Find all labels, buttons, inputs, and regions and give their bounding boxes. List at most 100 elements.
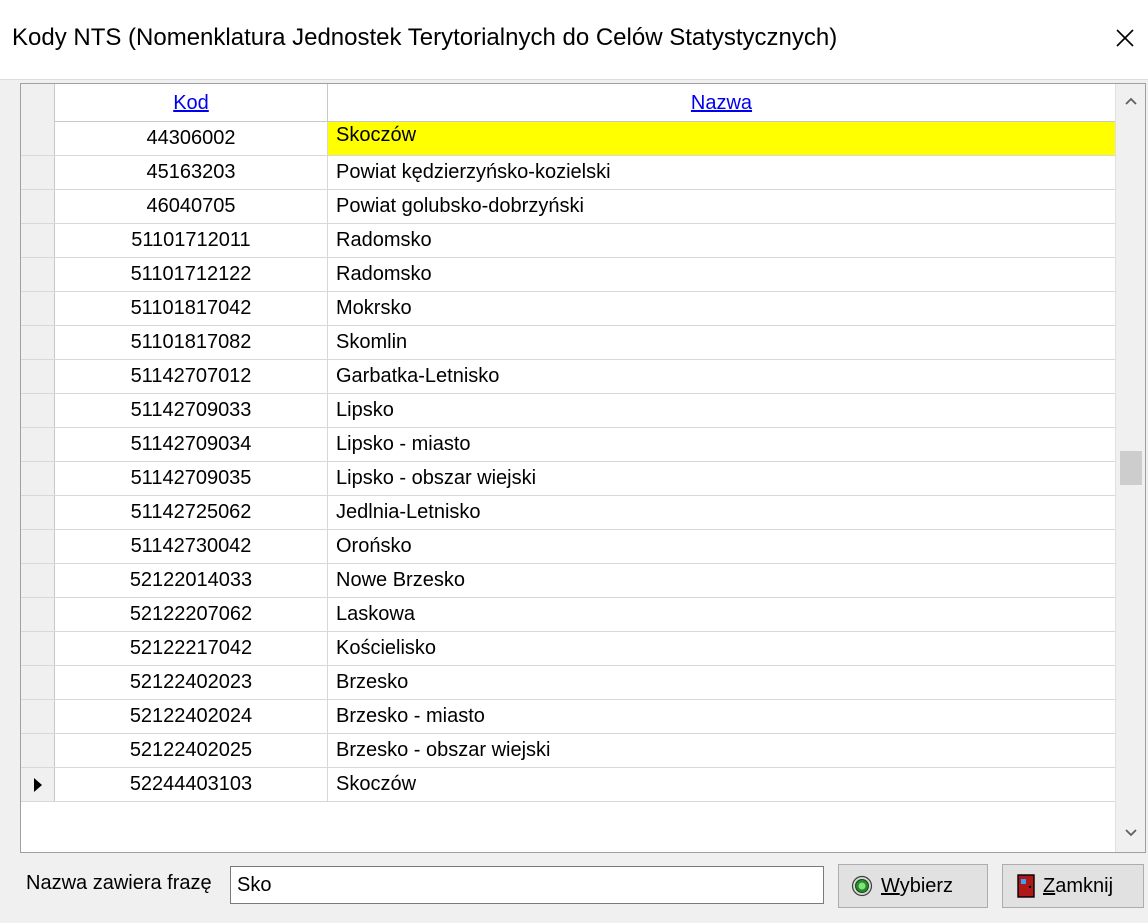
select-button[interactable]: Wybierz — [838, 864, 988, 908]
row-indicator[interactable] — [21, 496, 55, 529]
table-row[interactable]: 52244403103 Skoczów — [21, 768, 1115, 802]
table-row[interactable]: 52122217042 Kościelisko — [21, 632, 1115, 666]
current-row-arrow-icon — [33, 777, 42, 792]
cell-nazwa[interactable]: Nowe Brzesko — [328, 564, 1115, 597]
cell-kod[interactable]: 51142709033 — [55, 394, 328, 427]
table-row[interactable]: 51142709035 Lipsko - obszar wiejski — [21, 462, 1115, 496]
cell-nazwa[interactable]: Jedlnia-Letnisko — [328, 496, 1115, 529]
door-exit-icon — [1017, 874, 1035, 898]
cell-kod[interactable]: 51101712122 — [55, 258, 328, 291]
cell-nazwa[interactable]: Skoczów — [328, 768, 1115, 801]
column-header-kod[interactable]: Kod — [55, 84, 328, 122]
cell-kod[interactable]: 45163203 — [55, 156, 328, 189]
table-row[interactable]: 44306002 Skoczów — [21, 122, 1115, 156]
grid-rows: 44306002 Skoczów 45163203 Powiat kędzierzyń… — [21, 122, 1115, 802]
cell-kod[interactable]: 52244403103 — [55, 768, 328, 801]
table-row[interactable]: 51142730042 Orońsko — [21, 530, 1115, 564]
cell-nazwa[interactable]: Radomsko — [328, 258, 1115, 291]
cell-kod[interactable]: 51101817082 — [55, 326, 328, 359]
scrollbar-thumb[interactable] — [1120, 451, 1142, 485]
cell-nazwa[interactable]: Powiat golubsko-dobrzyński — [328, 190, 1115, 223]
cell-nazwa[interactable]: Lipsko — [328, 394, 1115, 427]
row-indicator[interactable] — [21, 700, 55, 733]
table-row[interactable]: 52122402024 Brzesko - miasto — [21, 700, 1115, 734]
vertical-scrollbar[interactable] — [1115, 84, 1145, 852]
cell-nazwa[interactable]: Orońsko — [328, 530, 1115, 563]
cell-nazwa[interactable]: Lipsko - miasto — [328, 428, 1115, 461]
cell-nazwa[interactable]: Powiat kędzierzyńsko-kozielski — [328, 156, 1115, 189]
cell-kod[interactable]: 52122402023 — [55, 666, 328, 699]
cell-kod[interactable]: 51142707012 — [55, 360, 328, 393]
window-title: Kody NTS (Nomenklatura Jednostek Terytor… — [12, 24, 838, 51]
table-row[interactable]: 52122014033 Nowe Brzesko — [21, 564, 1115, 598]
row-indicator[interactable] — [21, 530, 55, 563]
row-indicator[interactable] — [21, 394, 55, 427]
row-indicator[interactable] — [21, 564, 55, 597]
search-input[interactable] — [230, 866, 824, 904]
table-row[interactable]: 52122402023 Brzesko — [21, 666, 1115, 700]
column-header-nazwa[interactable]: Nazwa — [328, 84, 1115, 122]
row-indicator[interactable] — [21, 768, 55, 801]
chevron-down-icon — [1125, 829, 1137, 837]
cell-kod[interactable]: 51142725062 — [55, 496, 328, 529]
cell-kod[interactable]: 52122217042 — [55, 632, 328, 665]
cell-nazwa[interactable]: Brzesko — [328, 666, 1115, 699]
table-row[interactable]: 51142725062 Jedlnia-Letnisko — [21, 496, 1115, 530]
cell-nazwa[interactable]: Skoczów — [328, 122, 1115, 155]
table-row[interactable]: 51101817082 Skomlin — [21, 326, 1115, 360]
cell-nazwa[interactable]: Brzesko - miasto — [328, 700, 1115, 733]
close-window-button[interactable] — [1108, 20, 1142, 56]
cell-kod[interactable]: 52122207062 — [55, 598, 328, 631]
row-indicator[interactable] — [21, 224, 55, 257]
cell-nazwa[interactable]: Kościelisko — [328, 632, 1115, 665]
row-indicator[interactable] — [21, 734, 55, 767]
row-indicator[interactable] — [21, 326, 55, 359]
cell-nazwa[interactable]: Radomsko — [328, 224, 1115, 257]
cell-kod[interactable]: 44306002 — [55, 122, 328, 155]
nts-codes-grid[interactable]: Kod Nazwa 44306002 Skoczów 45163203 Powiat … — [20, 83, 1146, 853]
cell-nazwa[interactable]: Garbatka-Letnisko — [328, 360, 1115, 393]
row-indicator[interactable] — [21, 122, 55, 155]
row-indicator[interactable] — [21, 632, 55, 665]
close-button[interactable]: Zamknij — [1002, 864, 1144, 908]
row-indicator[interactable] — [21, 292, 55, 325]
table-row[interactable]: 51142709034 Lipsko - miasto — [21, 428, 1115, 462]
cell-kod[interactable]: 51101712011 — [55, 224, 328, 257]
row-indicator[interactable] — [21, 360, 55, 393]
table-row[interactable]: 45163203 Powiat kędzierzyńsko-kozielski — [21, 156, 1115, 190]
table-row[interactable]: 51142709033 Lipsko — [21, 394, 1115, 428]
cell-kod[interactable]: 52122402025 — [55, 734, 328, 767]
nts-dialog-window: Kody NTS (Nomenklatura Jednostek Terytor… — [0, 0, 1148, 923]
row-indicator[interactable] — [21, 462, 55, 495]
cell-nazwa[interactable]: Skomlin — [328, 326, 1115, 359]
cell-nazwa[interactable]: Mokrsko — [328, 292, 1115, 325]
row-indicator[interactable] — [21, 190, 55, 223]
select-button-label: Wybierz — [881, 874, 954, 897]
scroll-down-button[interactable] — [1116, 816, 1145, 850]
cell-kod[interactable]: 51142730042 — [55, 530, 328, 563]
row-indicator[interactable] — [21, 598, 55, 631]
close-button-label: Zamknij — [1043, 874, 1114, 897]
cell-nazwa[interactable]: Laskowa — [328, 598, 1115, 631]
row-indicator[interactable] — [21, 258, 55, 291]
cell-kod[interactable]: 46040705 — [55, 190, 328, 223]
cell-kod[interactable]: 52122014033 — [55, 564, 328, 597]
cell-kod[interactable]: 52122402024 — [55, 700, 328, 733]
row-indicator[interactable] — [21, 666, 55, 699]
scroll-up-button[interactable] — [1116, 84, 1145, 118]
table-row[interactable]: 51101817042 Mokrsko — [21, 292, 1115, 326]
cell-nazwa[interactable]: Lipsko - obszar wiejski — [328, 462, 1115, 495]
table-row[interactable]: 52122402025 Brzesko - obszar wiejski — [21, 734, 1115, 768]
row-indicator[interactable] — [21, 428, 55, 461]
table-row[interactable]: 51101712122 Radomsko — [21, 258, 1115, 292]
table-row[interactable]: 51101712011 Radomsko — [21, 224, 1115, 258]
cell-kod[interactable]: 51142709034 — [55, 428, 328, 461]
cell-kod[interactable]: 51101817042 — [55, 292, 328, 325]
header-row-indicator — [21, 84, 55, 122]
cell-kod[interactable]: 51142709035 — [55, 462, 328, 495]
cell-nazwa[interactable]: Brzesko - obszar wiejski — [328, 734, 1115, 767]
table-row[interactable]: 51142707012 Garbatka-Letnisko — [21, 360, 1115, 394]
table-row[interactable]: 52122207062 Laskowa — [21, 598, 1115, 632]
table-row[interactable]: 46040705 Powiat golubsko-dobrzyński — [21, 190, 1115, 224]
row-indicator[interactable] — [21, 156, 55, 189]
